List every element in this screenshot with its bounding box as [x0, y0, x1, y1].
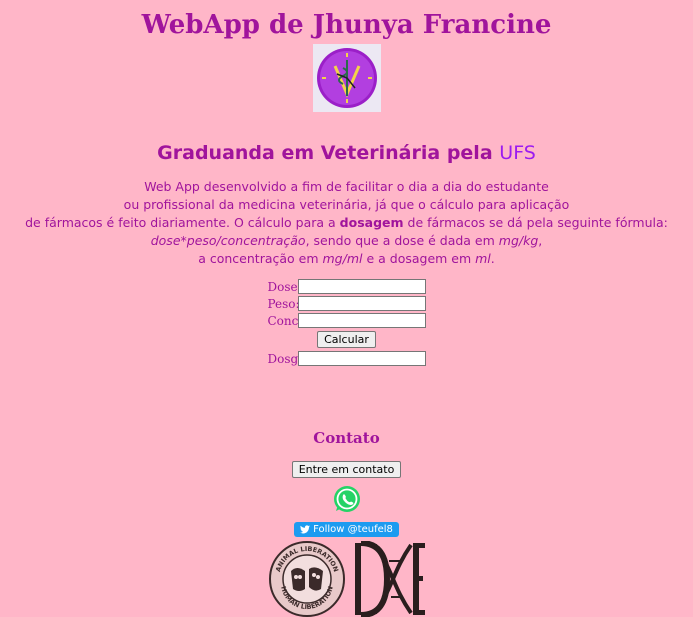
desc-line3-a: de fármacos é feito diariamente. O cálcu…: [25, 215, 340, 230]
peso-input[interactable]: [297, 296, 426, 311]
logo-wrap: [0, 44, 693, 112]
peso-label: Peso:: [267, 296, 300, 311]
description-line-1: Web App desenvolvido a fim de facilitar …: [144, 179, 549, 194]
page-title: WebApp de Jhunya Francine: [141, 10, 552, 40]
contact-button-wrap: Entre em contato: [0, 461, 693, 478]
conc-label: Conc:: [267, 313, 303, 328]
twitter-follow-wrap: Follow @teufel8: [0, 522, 693, 537]
desc-line5-a: a concentração em: [198, 251, 323, 266]
clock-logo-image: [312, 44, 381, 112]
clock-logo-icon: [312, 44, 381, 112]
whatsapp-icon[interactable]: [332, 484, 362, 514]
desc-formula: dose*peso/concentração: [150, 233, 306, 248]
desc-line4-b: , sendo que a dose é dada em: [305, 233, 499, 248]
contact-title: Contato: [313, 429, 380, 447]
description-line-3: de fármacos é feito diariamente. O cálcu…: [0, 214, 693, 232]
desc-line5-e: .: [490, 251, 495, 266]
desc-unit-mgml: mg/ml: [322, 251, 363, 266]
desc-dosagem-bold: dosagem: [339, 215, 404, 230]
desc-line5-c: e a dosagem em: [362, 251, 476, 266]
conc-row: Conc:: [247, 312, 447, 329]
description-line-2: ou profissional da medicina veterinária,…: [123, 197, 570, 212]
dose-calculator-form: Dose: Peso: Conc: Calcular Dosg:: [247, 278, 447, 367]
twitter-follow-label: Follow @teufel8: [313, 524, 393, 535]
dose-input[interactable]: [297, 279, 426, 294]
contact-button[interactable]: Entre em contato: [291, 461, 402, 478]
whatsapp-link[interactable]: [0, 484, 693, 514]
peso-row: Peso:: [247, 295, 447, 312]
subtitle-ufs: UFS: [499, 142, 536, 164]
description: Web App desenvolvido a fim de facilitar …: [0, 178, 693, 268]
twitter-follow-button[interactable]: Follow @teufel8: [294, 522, 399, 537]
dosg-label: Dosg:: [267, 351, 303, 366]
calcular-button[interactable]: Calcular: [317, 331, 376, 348]
animal-liberation-badge-icon: ANIMAL LIBERATION HUMAN LIBERATION: [268, 541, 345, 617]
page: WebApp de Jhunya Francine Graduanda em V…: [0, 0, 693, 617]
dose-row: Dose:: [247, 278, 447, 295]
desc-line4-d: ,: [538, 233, 543, 248]
subtitle-text: Graduanda em Veterinária pela: [157, 142, 493, 164]
twitter-bird-icon: [300, 525, 311, 534]
description-line-4: dose*peso/concentração, sendo que a dose…: [0, 232, 693, 250]
desc-unit-ml: ml: [475, 251, 491, 266]
dxe-logo-icon: [354, 541, 425, 617]
dose-label: Dose:: [267, 279, 302, 294]
description-line-5: a concentração em mg/ml e a dosagem em m…: [0, 250, 693, 268]
desc-line3-c: de fármacos se dá pela seguinte fórmula:: [403, 215, 668, 230]
dosg-row: Dosg:: [247, 350, 447, 367]
calc-row: Calcular: [247, 329, 447, 350]
subtitle: Graduanda em Veterinária pela UFS: [0, 142, 693, 164]
desc-unit-mgkg: mg/kg: [498, 233, 539, 248]
conc-input[interactable]: [297, 313, 426, 328]
dosg-output[interactable]: [297, 351, 426, 366]
badges: ANIMAL LIBERATION HUMAN LIBERATION: [0, 541, 693, 617]
